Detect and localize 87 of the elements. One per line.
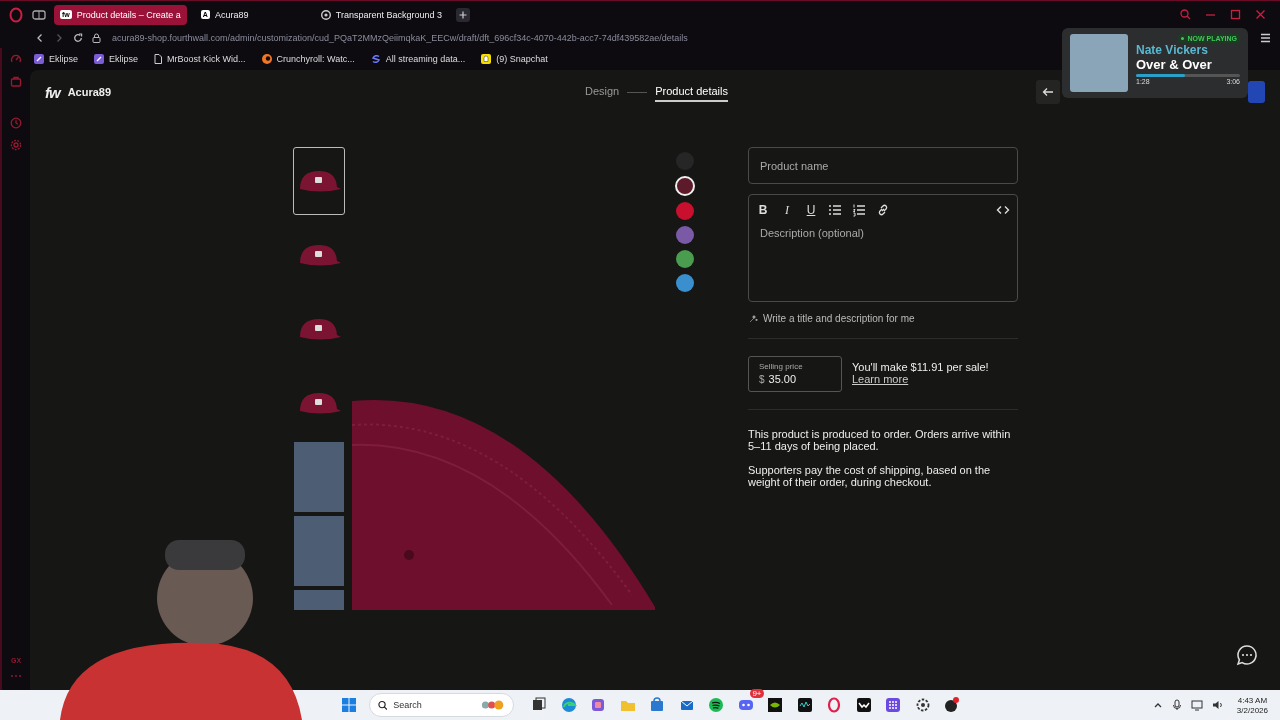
thumbnail[interactable]	[293, 147, 345, 215]
grid-icon[interactable]	[884, 696, 902, 714]
price-field[interactable]: Selling price $ 35.00	[748, 356, 842, 392]
currency-symbol: $	[759, 373, 765, 385]
sparkle-icon	[748, 313, 758, 324]
clock-time[interactable]: 4:43 AM	[1237, 695, 1268, 705]
store-name: Acura89	[67, 86, 112, 98]
square-logo-icon	[94, 54, 104, 64]
shipping-note: This product is produced to order. Orders arrive within 5–11 days of being placed.	[748, 428, 1012, 452]
photo-placeholder	[294, 442, 344, 512]
album-art-placeholder	[1070, 34, 1128, 92]
circle-logo-icon	[261, 54, 272, 64]
search-icon[interactable]	[1180, 9, 1191, 20]
ghost-logo-icon	[481, 54, 492, 64]
step-tab[interactable]: Product details	[655, 82, 728, 102]
bag-icon[interactable]	[10, 75, 22, 87]
clock-icon[interactable]	[10, 117, 22, 129]
workspace-icon[interactable]	[32, 8, 46, 21]
color-swatch[interactable]	[676, 226, 694, 244]
thumbnail[interactable]	[293, 443, 345, 511]
address-field[interactable]: acura89-shop.fourthwall.com/admin/customization/cud_PQaT2MMzQeiimqkaK_EECw/draft/dft_696cf34c-4070-442b-acc7-74df439582ae/details	[112, 33, 688, 43]
chat-icon[interactable]	[1235, 643, 1259, 667]
menu-icon[interactable]	[1260, 33, 1271, 43]
learn-more-link[interactable]: Learn more	[852, 373, 989, 385]
store-logo: fw	[45, 83, 60, 101]
step-tab[interactable]: Design	[585, 82, 620, 102]
settings-icon[interactable]	[10, 139, 22, 151]
thumbnail[interactable]	[293, 517, 345, 585]
clock-date[interactable]: 3/2/2026	[1236, 705, 1268, 715]
search-input[interactable]: Search	[393, 700, 476, 710]
underline-button[interactable]: U	[803, 202, 819, 218]
plus-icon[interactable]	[456, 7, 471, 22]
description-editor[interactable]: B I U Description (optional)	[748, 194, 1018, 302]
microphone-icon[interactable]	[1171, 699, 1182, 711]
gauge-icon[interactable]	[10, 53, 22, 65]
color-swatch[interactable]	[676, 202, 694, 220]
page-icon	[154, 54, 163, 64]
widget-icon	[481, 699, 505, 711]
bullet-list-button[interactable]	[827, 202, 843, 218]
product-name-field[interactable]: Product name	[748, 147, 1018, 184]
forward-icon[interactable]	[54, 33, 64, 43]
bookmark[interactable]: All streaming data...	[370, 54, 466, 64]
back-button[interactable]	[1036, 80, 1060, 104]
color-swatch[interactable]	[676, 274, 694, 292]
italic-button[interactable]: I	[779, 202, 795, 218]
bookmark[interactable]: MrBoost Kick Wid...	[154, 54, 246, 64]
earnings-text: You'll make $11.91 per sale!	[852, 361, 989, 373]
reload-icon[interactable]	[73, 33, 83, 43]
notification-badge: 9+	[750, 689, 764, 698]
music-app-icon[interactable]	[707, 696, 725, 714]
close-icon[interactable]	[1255, 9, 1266, 20]
browser-tab[interactable]: Transparent Background 3	[314, 4, 449, 25]
photo-placeholder	[294, 516, 344, 586]
bookmark[interactable]: Crunchyroll: Watc...	[261, 54, 355, 64]
bookmark[interactable]: (9) Snapchat	[481, 54, 548, 64]
browser-logo-icon[interactable]	[8, 6, 24, 23]
bold-button[interactable]: B	[755, 202, 771, 218]
color-swatch[interactable]	[676, 250, 694, 268]
song-title: Over & Over	[1136, 57, 1213, 72]
volume-icon[interactable]	[1211, 699, 1224, 711]
store-icon[interactable]	[648, 696, 666, 714]
square-logo-icon	[34, 54, 44, 64]
monitor-icon[interactable]	[1190, 699, 1203, 711]
numbered-list-button[interactable]	[851, 202, 867, 218]
wave-app-icon[interactable]	[795, 696, 814, 714]
color-swatch[interactable]	[675, 176, 695, 196]
eye-logo-icon[interactable]	[766, 696, 784, 714]
globe-icon[interactable]	[559, 696, 578, 714]
bookmark[interactable]: Eklipse	[94, 54, 139, 64]
maximize-icon[interactable]	[1230, 9, 1241, 20]
bookmark[interactable]: Eklipse	[34, 54, 78, 64]
artist-name: Nate Vickers	[1136, 43, 1209, 57]
price-input[interactable]: 35.00	[768, 373, 819, 385]
record-app-icon[interactable]	[943, 696, 961, 714]
ring-logo-icon[interactable]	[825, 696, 843, 714]
shipping-note: Supporters pay the cost of shipping, based on the weight of their order, during checkout.	[748, 464, 992, 488]
search-icon	[377, 699, 388, 711]
back-arrow-icon	[1042, 87, 1054, 97]
search-field[interactable]: Search	[368, 693, 514, 717]
start-icon[interactable]	[340, 696, 358, 714]
dot-icon	[1181, 37, 1185, 40]
swirl-logo-icon	[370, 54, 381, 64]
circle-logo-icon	[320, 9, 331, 20]
lock-icon	[92, 33, 101, 43]
back-icon[interactable]	[35, 33, 45, 43]
field-label: Selling price	[759, 362, 804, 371]
ai-write-link[interactable]: Write a title and description for me	[748, 313, 1018, 324]
